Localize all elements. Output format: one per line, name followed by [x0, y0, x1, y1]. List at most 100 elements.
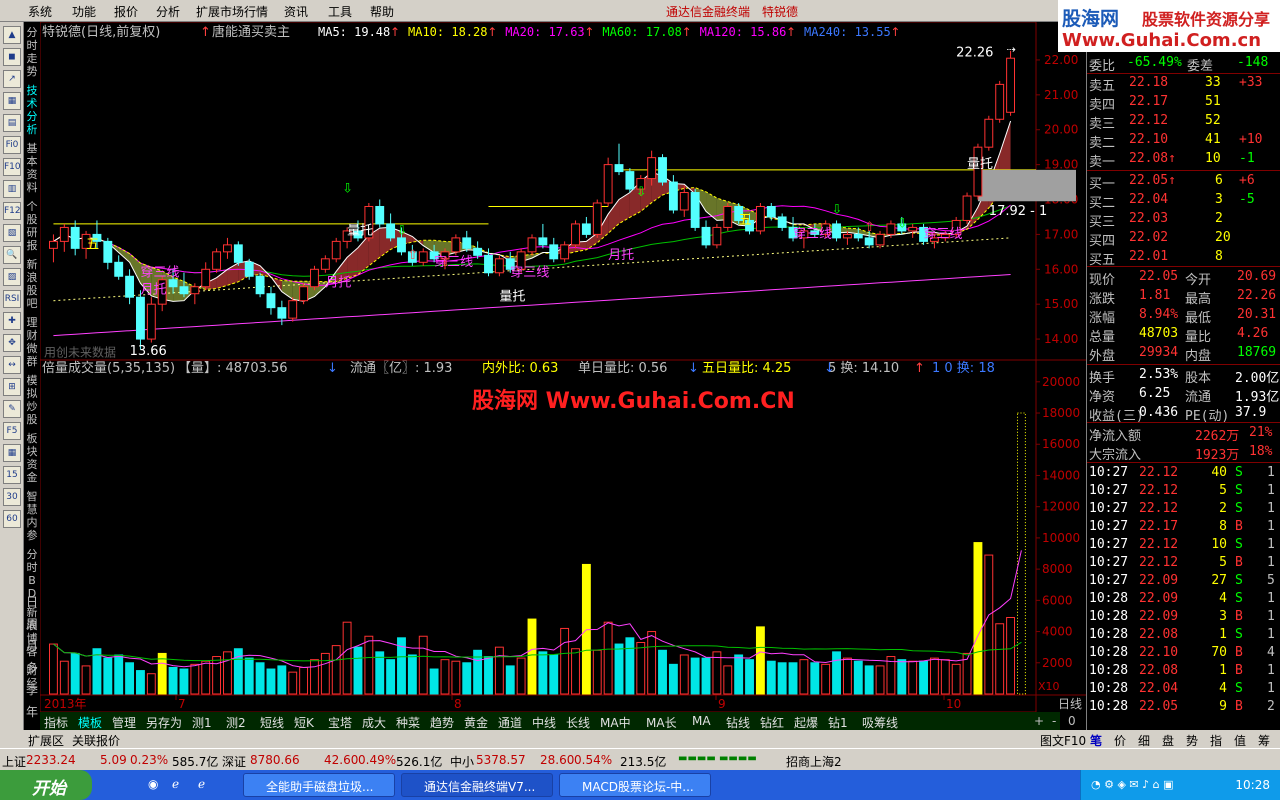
- tray-icons[interactable]: ◔ ⚙ ◈ ✉ ♪ ⌂ ▣: [1091, 778, 1174, 791]
- related-quote-tab[interactable]: 关联报价: [72, 732, 120, 749]
- toolbar-item[interactable]: 短K: [294, 714, 314, 731]
- menu-system[interactable]: 系统: [28, 3, 52, 20]
- chart-area[interactable]: 特锐德(日线,前复权) ↑ 唐能通买卖主 MA5: 19.48 ↑ MA10: 18.28…: [40, 22, 1086, 712]
- broker-name[interactable]: 招商上海2: [786, 753, 842, 770]
- detail-tab[interactable]: 盘: [1162, 732, 1174, 749]
- detail-tab[interactable]: 势: [1186, 732, 1198, 749]
- tool-icon[interactable]: 🔍: [3, 246, 21, 264]
- ext-area-tab[interactable]: 扩展区: [28, 732, 64, 749]
- left-tab[interactable]: 新浪股吧: [24, 258, 40, 310]
- tool-icon[interactable]: ▧: [3, 224, 21, 242]
- toolbar-item[interactable]: MA长: [646, 714, 677, 731]
- browser-icon[interactable]: ℯ: [172, 777, 179, 791]
- toolbar-item[interactable]: 长线: [566, 714, 590, 731]
- left-tab[interactable]: 分时BD: [24, 548, 40, 600]
- tool-icon[interactable]: Fi0: [3, 136, 21, 154]
- toolbar-item[interactable]: 钻线: [726, 714, 750, 731]
- task-cleaner[interactable]: 全能助手磁盘垃圾...: [243, 773, 395, 797]
- volume-bar: [592, 649, 602, 695]
- tool-icon[interactable]: ▦: [3, 444, 21, 462]
- tool-icon[interactable]: F12: [3, 202, 21, 220]
- period-tab[interactable]: 周: [24, 618, 40, 631]
- toolbar-item[interactable]: 另存为: [146, 714, 182, 731]
- menu-quote[interactable]: 报价: [114, 3, 138, 20]
- tool-icon[interactable]: ▦: [3, 92, 21, 110]
- left-tab[interactable]: 分时走势: [24, 26, 40, 78]
- tool-icon[interactable]: ▲: [3, 26, 21, 44]
- desktop-icon[interactable]: ◉: [148, 777, 158, 791]
- tool-icon[interactable]: F10: [3, 158, 21, 176]
- task-tdx[interactable]: 通达信金融终端V7...: [401, 773, 553, 797]
- toolbar-item[interactable]: 通道: [498, 714, 522, 731]
- period-tab[interactable]: 季: [24, 684, 40, 697]
- tool-icon[interactable]: ⊞: [3, 378, 21, 396]
- ie-icon[interactable]: ℯ: [198, 777, 205, 791]
- toolbar-item[interactable]: 钻1: [828, 714, 848, 731]
- detail-tab[interactable]: 价: [1114, 732, 1126, 749]
- f10-button[interactable]: 图文F10: [1040, 732, 1086, 749]
- toolbar-item[interactable]: 起爆: [794, 714, 818, 731]
- zoom-button[interactable]: 0: [1068, 714, 1076, 728]
- period-tab[interactable]: 月: [24, 640, 40, 653]
- tool-icon[interactable]: ✚: [3, 312, 21, 330]
- tick-price: 22.17: [1139, 519, 1179, 534]
- toolbar-item[interactable]: 黄金: [464, 714, 488, 731]
- quote-value: 20.31: [1237, 307, 1277, 322]
- period-tab[interactable]: 多: [24, 662, 40, 675]
- left-tab[interactable]: 个股研报: [24, 200, 40, 252]
- menu-tools[interactable]: 工具: [328, 3, 352, 20]
- tool-icon[interactable]: ↔: [3, 356, 21, 374]
- zoom-button[interactable]: -: [1052, 714, 1056, 728]
- detail-tab[interactable]: 指: [1210, 732, 1222, 749]
- toolbar-item[interactable]: MA: [692, 714, 711, 728]
- detail-tab[interactable]: 细: [1138, 732, 1150, 749]
- tool-icon[interactable]: 15: [3, 466, 21, 484]
- tool-icon[interactable]: ▤: [3, 114, 21, 132]
- tool-icon[interactable]: 30: [3, 488, 21, 506]
- toolbar-item[interactable]: 测1: [192, 714, 212, 731]
- tool-icon[interactable]: ↗: [3, 70, 21, 88]
- toolbar-item[interactable]: 成大: [362, 714, 386, 731]
- menu-function[interactable]: 功能: [72, 3, 96, 20]
- tool-icon[interactable]: 60: [3, 510, 21, 528]
- period-label[interactable]: 日线: [1058, 697, 1082, 711]
- tool-icon[interactable]: ◼: [3, 48, 21, 66]
- menu-help[interactable]: 帮助: [370, 3, 394, 20]
- left-tab[interactable]: 理财微群: [24, 316, 40, 368]
- zoom-button[interactable]: +: [1034, 714, 1044, 728]
- toolbar-item[interactable]: 模板: [78, 714, 102, 731]
- menu-ext-market[interactable]: 扩展市场行情: [196, 3, 268, 20]
- tool-icon[interactable]: RSI: [3, 290, 21, 308]
- toolbar-item[interactable]: 中线: [532, 714, 556, 731]
- toolbar-item[interactable]: 钻红: [760, 714, 784, 731]
- detail-tab[interactable]: 值: [1234, 732, 1246, 749]
- left-tab[interactable]: 基本资料: [24, 142, 40, 194]
- menu-analysis[interactable]: 分析: [156, 3, 180, 20]
- left-tab[interactable]: 智慧内参: [24, 490, 40, 542]
- toolbar-item[interactable]: 种菜: [396, 714, 420, 731]
- left-tab[interactable]: 板块资金: [24, 432, 40, 484]
- left-tab[interactable]: 模拟炒股: [24, 374, 40, 426]
- detail-tab[interactable]: 笔: [1090, 732, 1102, 749]
- toolbar-item[interactable]: 趋势: [430, 714, 454, 731]
- toolbar-item[interactable]: 测2: [226, 714, 246, 731]
- tool-icon[interactable]: ✎: [3, 400, 21, 418]
- period-tab[interactable]: 年: [24, 706, 40, 719]
- tool-icon[interactable]: ▥: [3, 180, 21, 198]
- tool-icon[interactable]: F5: [3, 422, 21, 440]
- tool-icon[interactable]: ▨: [3, 268, 21, 286]
- menu-info[interactable]: 资讯: [284, 3, 308, 20]
- toolbar-item[interactable]: 短线: [260, 714, 284, 731]
- toolbar-item[interactable]: 吸筹线: [862, 714, 898, 731]
- tool-icon[interactable]: ✥: [3, 334, 21, 352]
- left-tab[interactable]: 技术分析: [24, 84, 40, 136]
- indicator-name[interactable]: 唐能通买卖主: [212, 24, 290, 40]
- task-forum[interactable]: MACD股票论坛-中...: [559, 773, 711, 797]
- detail-tab[interactable]: 筹: [1258, 732, 1270, 749]
- start-button[interactable]: 开始: [0, 770, 92, 800]
- toolbar-item[interactable]: MA中: [600, 714, 631, 731]
- toolbar-item[interactable]: 管理: [112, 714, 136, 731]
- toolbar-item[interactable]: 宝塔: [328, 714, 352, 731]
- period-tab[interactable]: 日: [24, 596, 40, 609]
- toolbar-item[interactable]: 指标: [44, 714, 68, 731]
